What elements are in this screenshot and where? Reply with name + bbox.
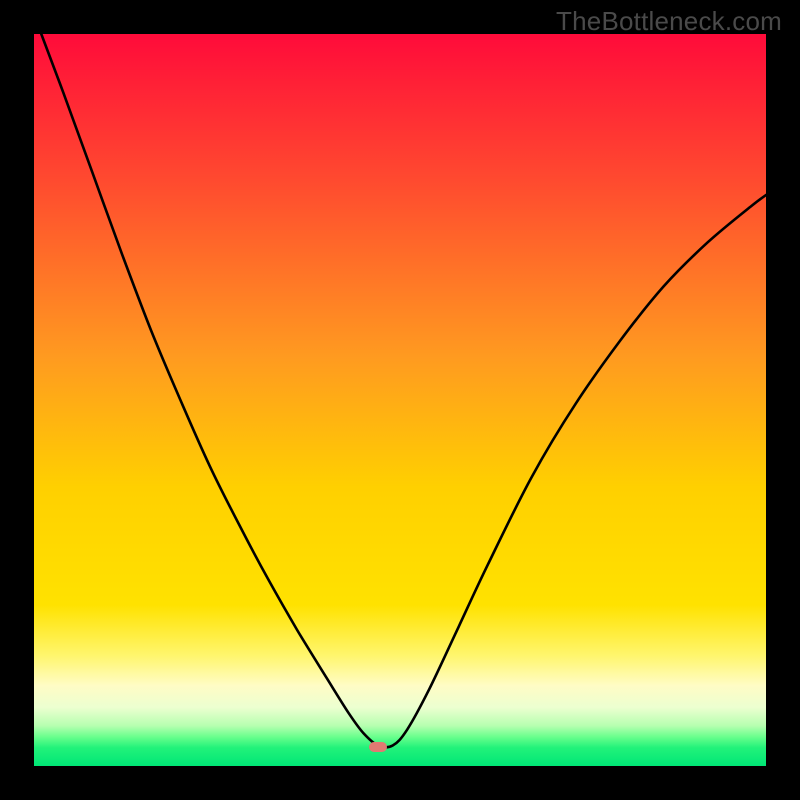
chart-frame: TheBottleneck.com bbox=[0, 0, 800, 800]
trough-marker bbox=[369, 742, 387, 752]
bottleneck-curve bbox=[34, 34, 766, 766]
curve-path bbox=[41, 34, 766, 747]
watermark-text: TheBottleneck.com bbox=[556, 6, 782, 37]
plot-area bbox=[34, 34, 766, 766]
